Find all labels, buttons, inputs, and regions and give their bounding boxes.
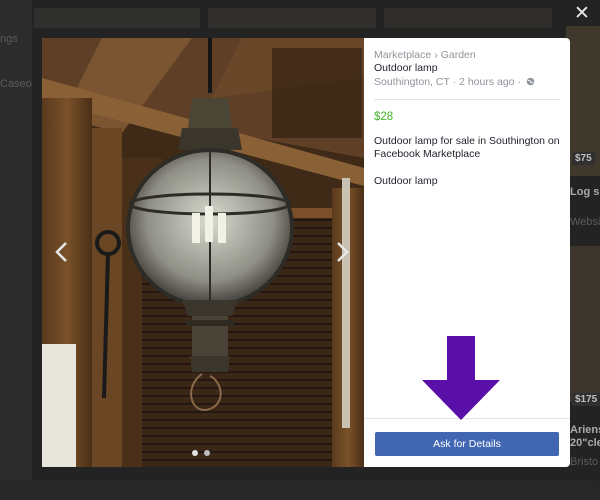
photo-pagination: [192, 450, 210, 456]
listing-description: Outdoor lamp for sale in Southington on …: [374, 135, 560, 160]
arrow-down-icon: [420, 336, 502, 420]
listing-title: Outdoor lamp: [374, 62, 438, 74]
breadcrumb-separator: ›: [434, 49, 438, 61]
photo-dot[interactable]: [192, 450, 198, 456]
meta-separator: ·: [452, 76, 457, 88]
listing-location[interactable]: Southington, CT: [374, 76, 450, 88]
listing-description-extra: Outdoor lamp: [374, 175, 438, 187]
divider: [374, 99, 560, 100]
globe-icon: [526, 77, 535, 89]
outdoor-lamp-photo: [42, 38, 364, 467]
breadcrumb-garden-link[interactable]: Garden: [441, 49, 476, 61]
listing-photo[interactable]: [42, 38, 364, 467]
breadcrumb: Marketplace › Garden: [374, 49, 476, 61]
chevron-left-icon[interactable]: [54, 241, 70, 263]
breadcrumb-marketplace-link[interactable]: Marketplace: [374, 49, 431, 61]
listing-time: 2 hours ago: [459, 76, 515, 88]
listing-price: $28: [374, 111, 394, 123]
meta-separator: ·: [517, 76, 521, 88]
close-icon[interactable]: ✕: [572, 4, 592, 24]
listing-meta: Southington, CT · 2 hours ago ·: [374, 76, 535, 89]
photo-dot[interactable]: [204, 450, 210, 456]
chevron-right-icon[interactable]: [334, 241, 350, 263]
ask-for-details-button[interactable]: Ask for Details: [375, 432, 559, 456]
